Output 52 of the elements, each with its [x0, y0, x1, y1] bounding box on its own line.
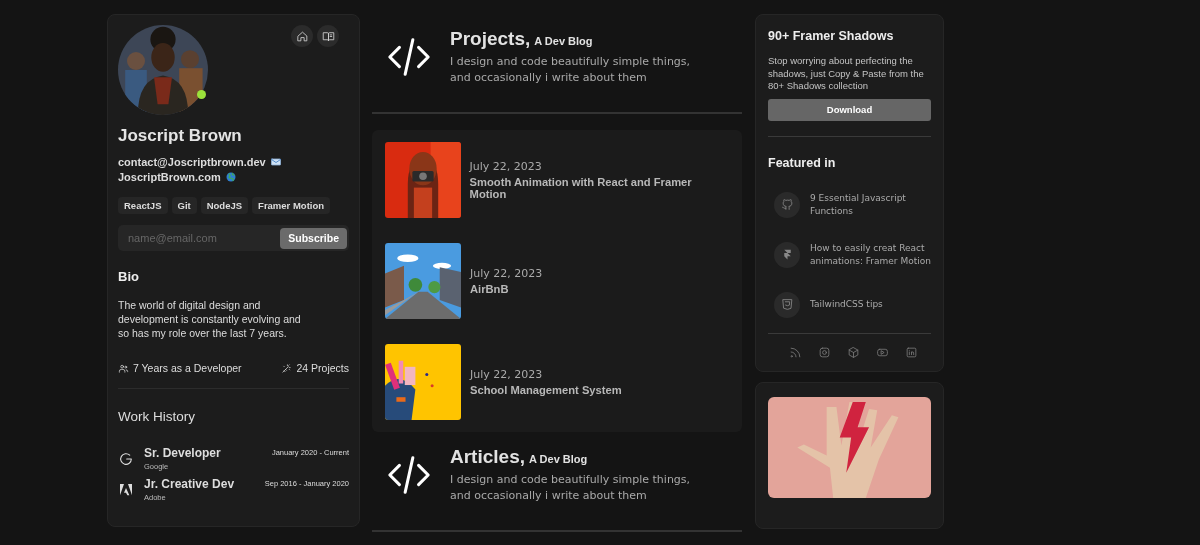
post-date: July 22, 2023 [470, 267, 543, 280]
featured-link[interactable]: How to easily creat React animations: Framer Motion [810, 242, 931, 267]
book-button[interactable] [317, 25, 339, 47]
envelope-icon [269, 155, 282, 168]
home-icon [295, 29, 309, 43]
promo-text: Stop worrying about perfecting the shadows, just Copy & Paste from the 80+ Shadows collection [768, 55, 925, 93]
post-date: July 22, 2023 [470, 368, 544, 381]
users-icon [118, 362, 129, 374]
css-shield-icon [780, 298, 794, 311]
cube-icon[interactable] [847, 345, 860, 359]
stat-text: 24 Projects [296, 362, 349, 374]
post-title: School Management System [470, 384, 622, 396]
download-button[interactable]: Download [768, 98, 931, 121]
website-link[interactable]: JoscriptBrown.com [118, 170, 221, 183]
adobe-icon [118, 481, 134, 498]
skill-tag: Git [171, 197, 197, 214]
post-item[interactable]: July 22, 2023 AirBnB [385, 243, 730, 319]
stat-text: 7 Years as a Developer [133, 362, 242, 374]
featured-link[interactable]: 9 Essential Javascript Functions [810, 192, 931, 217]
featured-link[interactable]: TailwindCSS tips [810, 298, 883, 311]
skill-tag: NodeJS [200, 197, 249, 214]
book-icon [321, 29, 335, 43]
section-description: I design and code beautifully simple things, and occasionally i write about them [450, 54, 692, 86]
featured-heading: Featured in [768, 155, 837, 170]
skill-tag: ReactJS [118, 197, 168, 214]
email-address[interactable]: contact@Joscriptbrown.dev [118, 155, 266, 168]
section-heading: Work History [118, 409, 196, 424]
skill-tag: Framer Motion [252, 197, 331, 214]
rss-icon[interactable] [789, 345, 802, 359]
section-heading: Bio [118, 269, 140, 284]
magic-wand-icon [281, 362, 293, 374]
instagram-icon[interactable] [818, 345, 831, 359]
google-icon [118, 450, 134, 467]
section-description: I design and code beautifully simple things, and occasionally i write about them [450, 472, 692, 504]
post-date: July 22, 2023 [469, 160, 543, 173]
job-title: Jr. Creative Dev [144, 477, 236, 491]
bio-text: The world of digital design and development is constantly evolving and so has my role over the last 7 years. [118, 298, 302, 340]
post-item[interactable]: July 22, 2023 Smooth Animation with React and Framer Motion [385, 142, 730, 218]
linkedin-icon[interactable] [905, 345, 918, 359]
post-item[interactable]: July 22, 2023 School Management System [385, 344, 730, 420]
post-title: AirBnB [470, 283, 510, 295]
profile-name: Joscript Brown [118, 126, 243, 146]
section-title: Articles, A Dev Blog [450, 446, 589, 468]
post-title: Smooth Animation with React and Framer Motion [469, 176, 693, 200]
github-icon [780, 198, 794, 211]
job-title: Sr. Developer [144, 446, 222, 460]
home-button[interactable] [291, 25, 313, 47]
subscribe-button[interactable]: Subscribe [280, 227, 347, 249]
email-field[interactable]: name@email.com Subscribe [118, 225, 349, 251]
section-title: Projects, A Dev Blog [450, 28, 594, 50]
globe-icon [224, 170, 237, 183]
promo-title: 90+ Framer Shadows [768, 29, 895, 43]
